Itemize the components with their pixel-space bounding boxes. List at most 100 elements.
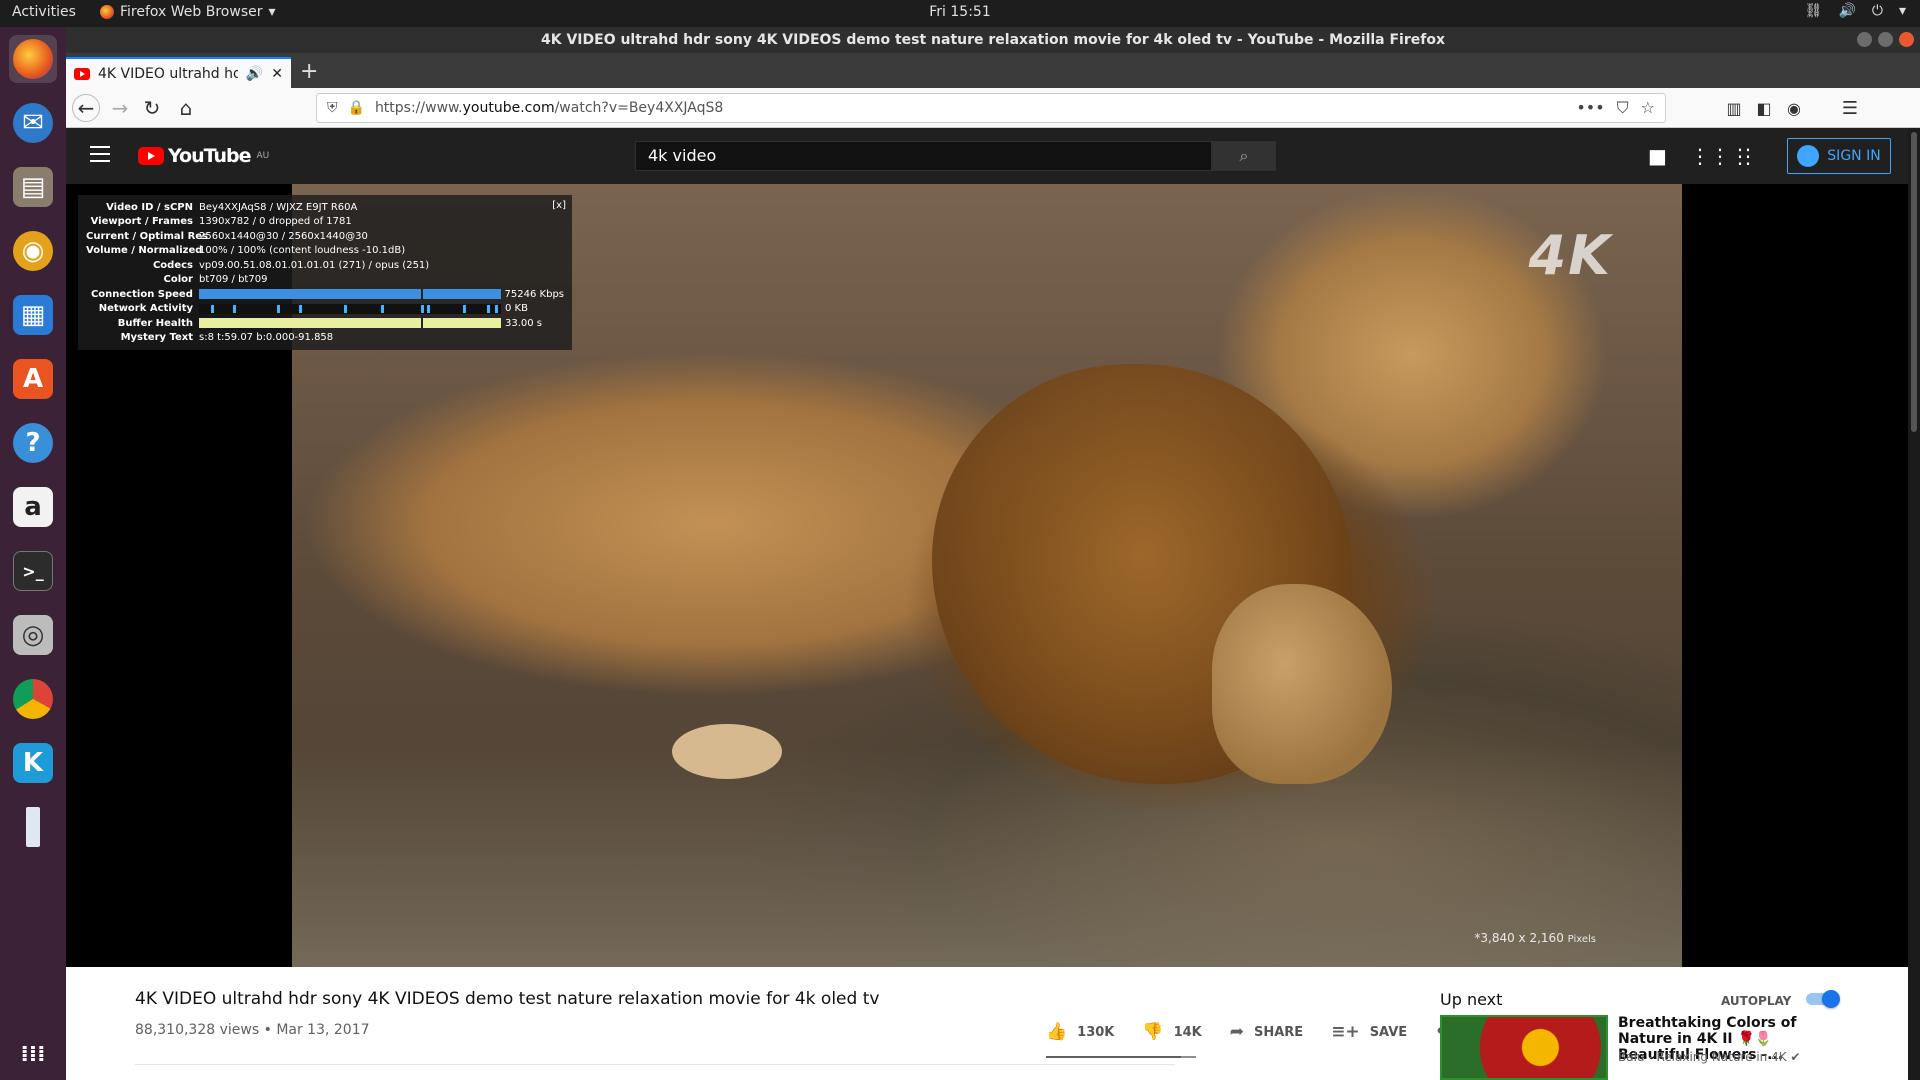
dock-camera[interactable]: ◎: [9, 611, 57, 659]
dock-help[interactable]: ?: [9, 419, 57, 467]
url-bar[interactable]: ⛨ 🔒 https://www.youtube.com/watch?v=Bey4…: [316, 93, 1666, 123]
dock-kodi[interactable]: K: [9, 739, 57, 787]
dock: ✉ ▤ ◉ ▦ A ? a >_ ◎ K ⁞⁞⁞: [0, 27, 66, 1080]
verified-icon: ✔: [1790, 1050, 1801, 1064]
dock-thunderbird[interactable]: ✉: [9, 99, 57, 147]
video-meta: 88,310,328 views • Mar 13, 2017: [135, 1022, 370, 1038]
dock-rhythmbox[interactable]: ◉: [9, 227, 57, 275]
forward-button[interactable]: →: [106, 94, 134, 122]
chevron-down-icon[interactable]: ▾: [1899, 3, 1906, 19]
close-tab-icon[interactable]: ✕: [271, 66, 283, 82]
home-button[interactable]: ⌂: [172, 94, 200, 122]
system-tray[interactable]: ⛓ 🔊 ⏻ ▾: [1805, 3, 1906, 19]
chrome-icon: [13, 679, 53, 719]
share-button[interactable]: ➦ SHARE: [1230, 1022, 1303, 1042]
network-activity-tick: [277, 304, 280, 313]
kodi-icon: K: [13, 743, 53, 783]
close-window-button[interactable]: [1899, 32, 1914, 47]
youtube-page: YouTube AU 4k video ⌕ ■ ⋮⋮⋮ ⋮ SIGN IN 4K …: [66, 128, 1920, 1080]
video-actions: 👍130K 👎14K ➦SHARE ≡+SAVE •••: [1046, 1022, 1468, 1042]
app-grid-icon: ⁞⁞⁞: [20, 1041, 46, 1067]
activities-button[interactable]: Activities: [12, 4, 76, 20]
like-button[interactable]: 👍 130K: [1046, 1022, 1114, 1042]
back-button[interactable]: ←: [72, 94, 100, 122]
dock-files[interactable]: ▤: [9, 163, 57, 211]
next-video-thumbnail[interactable]: [1440, 1015, 1608, 1080]
share-icon: ➦: [1229, 1022, 1244, 1042]
dock-writer[interactable]: ▦: [9, 291, 57, 339]
dock-software[interactable]: A: [9, 355, 57, 403]
shield-icon[interactable]: ⛨: [327, 100, 338, 116]
search-input[interactable]: 4k video: [635, 141, 1212, 171]
device-icon: [26, 807, 40, 847]
sign-in-button[interactable]: SIGN IN: [1787, 138, 1891, 174]
thumbs-up-icon: 👍: [1046, 1022, 1068, 1042]
network-activity-tick: [211, 304, 214, 313]
power-icon[interactable]: ⏻: [1872, 3, 1883, 19]
volume-icon[interactable]: 🔊: [1838, 3, 1855, 19]
software-icon: A: [13, 359, 53, 399]
dock-amazon[interactable]: a: [9, 483, 57, 531]
lock-icon[interactable]: 🔒: [348, 100, 365, 116]
reload-button[interactable]: ↻: [138, 94, 166, 122]
tab-bar: 4K VIDEO ultrahd hdr 🔊 ✕ +: [66, 53, 1920, 88]
maximize-button[interactable]: [1878, 32, 1893, 47]
account-icon[interactable]: ◉: [1780, 94, 1808, 122]
next-video-channel[interactable]: Balu - Relaxing Nature in 4K ✔: [1618, 1050, 1800, 1064]
dock-chrome[interactable]: [9, 675, 57, 723]
chevron-down-icon: ▾: [268, 4, 276, 20]
buffer-health-bar: [199, 318, 501, 329]
dislike-button[interactable]: 👎 14K: [1142, 1022, 1201, 1042]
create-video-icon[interactable]: ■: [1648, 144, 1667, 168]
youtube-logo[interactable]: YouTube AU: [138, 145, 269, 167]
stats-close-button[interactable]: [x]: [552, 200, 566, 211]
stats-row: Video ID / sCPN Bey4XXJAqS8 / WJXZ E9JT R…: [106, 201, 358, 213]
window-title: 4K VIDEO ultrahd hdr sony 4K VIDEOS demo…: [541, 32, 1445, 48]
search-button[interactable]: ⌕: [1212, 141, 1276, 171]
gnome-top-bar: Activities Firefox Web Browser ▾ Fri 15:…: [0, 0, 1920, 27]
camera-icon: ◎: [13, 615, 53, 655]
network-activity-tick: [421, 304, 424, 313]
stats-row: Volume / Normalized 100% / 100% (content …: [86, 245, 406, 257]
video-lion-face: [1212, 584, 1392, 784]
autoplay-label: AUTOPLAY: [1721, 994, 1792, 1008]
hamburger-menu-icon[interactable]: [90, 146, 110, 162]
dock-device[interactable]: [9, 803, 57, 851]
video-player[interactable]: 4K *3,840 x 2,160 Pixels [x] Video ID / …: [66, 184, 1920, 967]
app-menu[interactable]: Firefox Web Browser ▾: [100, 4, 276, 20]
bookmark-star-icon[interactable]: ☆: [1641, 98, 1655, 118]
network-icon[interactable]: ⛓: [1805, 3, 1823, 19]
settings-dots-icon[interactable]: ⋮: [1738, 144, 1758, 168]
page-scrollbar[interactable]: [1908, 128, 1920, 1080]
network-activity-tick: [299, 304, 302, 313]
minimize-button[interactable]: [1857, 32, 1872, 47]
youtube-favicon-icon: [74, 67, 90, 80]
speaker-icon[interactable]: 🔊: [246, 66, 263, 82]
clock[interactable]: Fri 15:51: [929, 4, 990, 20]
new-tab-button[interactable]: +: [300, 59, 318, 84]
files-icon: ▤: [13, 167, 53, 207]
dock-app-grid[interactable]: ⁞⁞⁞: [9, 1030, 57, 1078]
stats-row-network-activity: Network Activity 0 KB: [98, 303, 528, 315]
menu-icon[interactable]: ☰: [1836, 94, 1864, 122]
search-icon: ⌕: [1239, 146, 1249, 165]
pocket-icon[interactable]: ⛉: [1617, 98, 1629, 118]
network-activity-tick: [381, 304, 384, 313]
library-icon[interactable]: ▥: [1720, 94, 1748, 122]
stats-for-nerds-panel: [x] Video ID / sCPN Bey4XXJAqS8 / WJXZ E9…: [78, 195, 572, 350]
writer-icon: ▦: [13, 295, 53, 335]
page-actions-icon[interactable]: •••: [1576, 98, 1604, 118]
help-icon: ?: [13, 423, 53, 463]
autoplay-toggle[interactable]: [1802, 990, 1840, 1008]
stats-row: Viewport / Frames 1390x782 / 0 dropped of…: [90, 216, 352, 228]
dock-firefox[interactable]: [9, 35, 57, 83]
sidebar-icon[interactable]: ◧: [1750, 94, 1778, 122]
dock-terminal[interactable]: >_: [9, 547, 57, 595]
network-activity-tick: [233, 304, 236, 313]
video-lion-paw: [672, 724, 782, 779]
network-activity-tick: [344, 304, 347, 313]
save-button[interactable]: ≡+ SAVE: [1331, 1022, 1407, 1042]
stats-row-buffer-health: Buffer Health 33.00 s: [117, 317, 543, 329]
tab-youtube[interactable]: 4K VIDEO ultrahd hdr 🔊 ✕: [66, 57, 291, 88]
url-text[interactable]: https://www.youtube.com/watch?v=Bey4XXJA…: [375, 100, 1566, 116]
